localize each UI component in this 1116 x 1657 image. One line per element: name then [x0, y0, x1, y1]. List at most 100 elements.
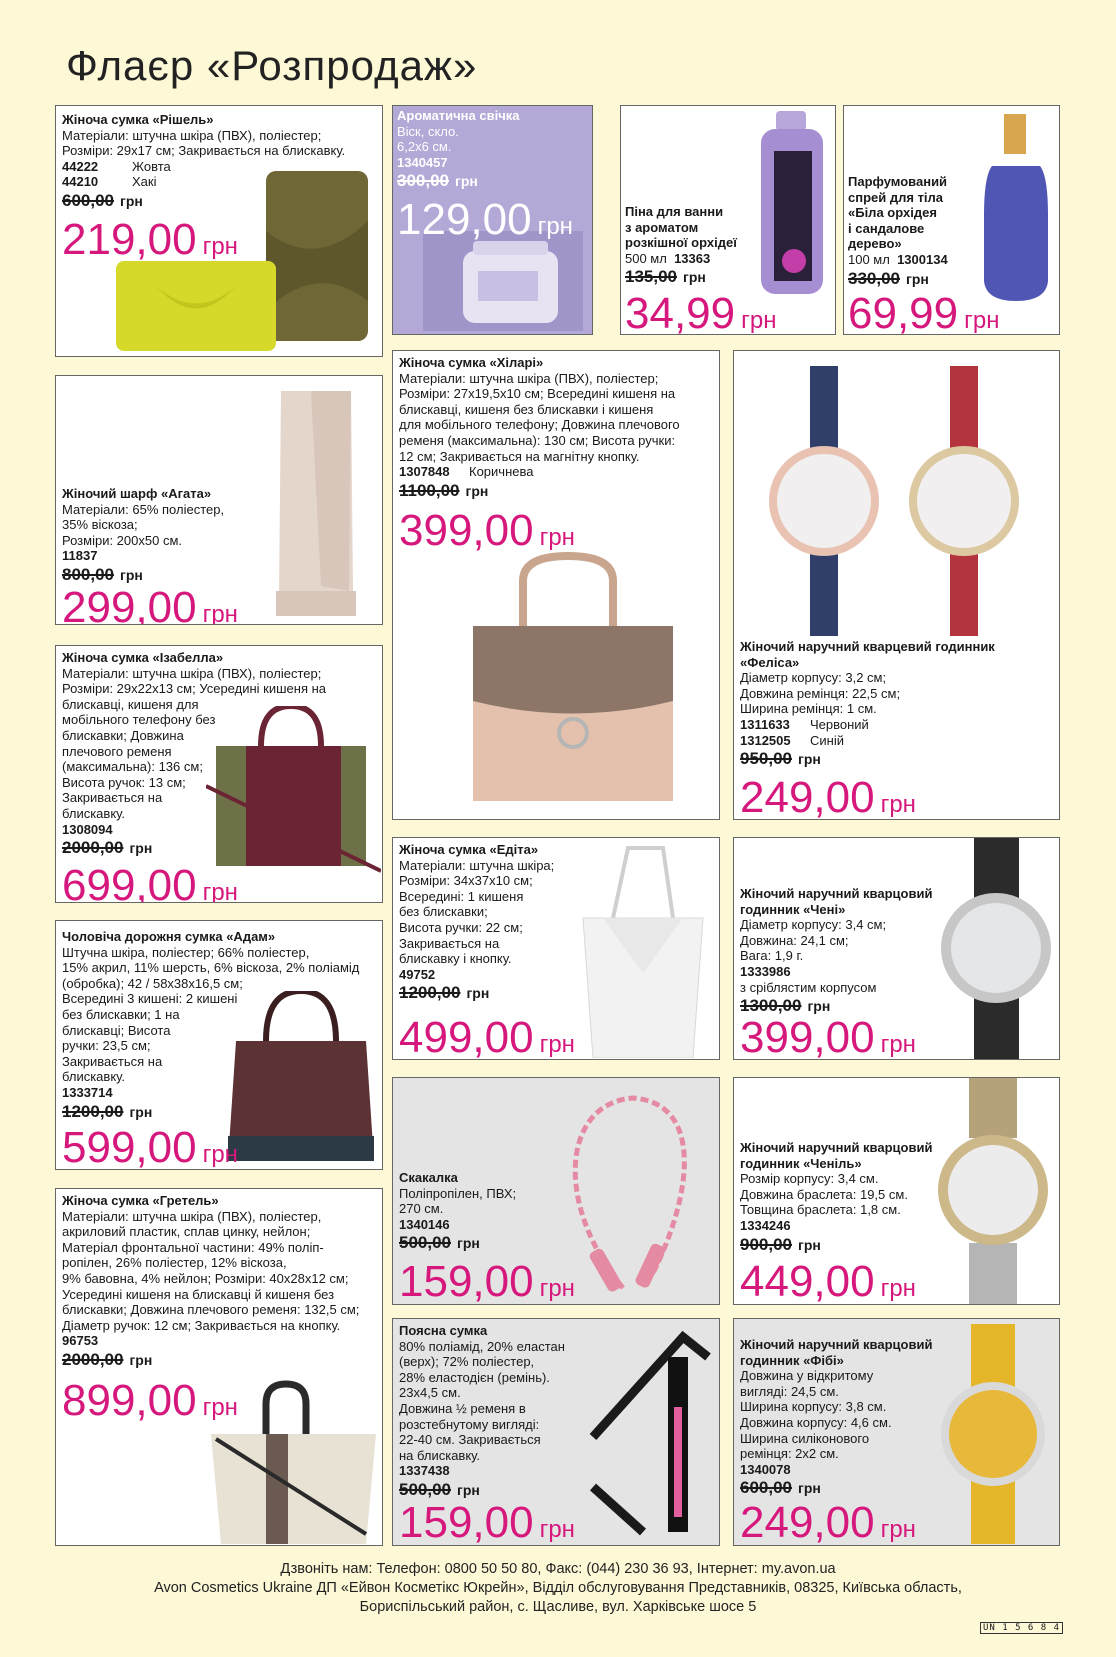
- old-price: 2000,00: [62, 838, 124, 858]
- sale-price: 159,00 грн: [399, 1498, 575, 1546]
- product-desc: 35% віскоза;: [62, 517, 138, 533]
- product-card-cheni[interactable]: Жіночий наручний кварцовий годинник «Чен…: [733, 837, 1060, 1060]
- product-name: Поясна сумка: [399, 1323, 488, 1338]
- product-card-spray[interactable]: Парфумований спрей для тіла «Біла орхіде…: [843, 105, 1060, 335]
- product-desc: Діаметр корпусу: 3,2 см;: [740, 670, 887, 686]
- product-desc: Закривається на: [62, 790, 163, 806]
- product-desc: Ширина корпусу: 3,8 см.: [740, 1399, 887, 1415]
- variant-label: Червоний: [810, 716, 869, 732]
- product-desc: блискавку і кнопку.: [399, 951, 512, 967]
- product-card-izabella[interactable]: Жіноча сумка «Ізабелла» Матеріали: штучн…: [55, 645, 383, 903]
- product-desc: (верх); 72% поліестер,: [399, 1354, 535, 1370]
- product-card-foam[interactable]: Піна для ванни з ароматом розкішної орхі…: [620, 105, 836, 335]
- product-desc: Розмір корпусу: 3,4 см.: [740, 1171, 879, 1187]
- satchel-bag-image: [473, 551, 673, 801]
- footer-address-2: Бориспільський район, с. Щасливе, вул. Х…: [359, 1599, 757, 1615]
- product-desc: блискавці; Висота: [62, 1022, 171, 1038]
- product-name: Жіноча сумка «Едіта»: [399, 842, 539, 857]
- product-card-gretel[interactable]: Жіноча сумка «Гретель» Матеріали: штучна…: [55, 1188, 383, 1546]
- product-desc: Матеріали: штучна шкіра (ПВХ), поліестер…: [62, 665, 322, 681]
- footer-contacts: Дзвоніть нам: Телефон: 0800 50 50 80, Фа…: [280, 1561, 836, 1577]
- product-name: Жіночий шарф «Агата»: [62, 486, 212, 501]
- product-card-edita[interactable]: Жіноча сумка «Едіта» Матеріали: штучна ш…: [392, 837, 720, 1060]
- product-card-felisa[interactable]: Жіночий наручний кварцевий годинник «Фел…: [733, 350, 1060, 820]
- product-card-agata[interactable]: Жіночий шарф «Агата» Матеріали: 65% полі…: [55, 375, 383, 625]
- product-name: Жіноча сумка «Ізабелла»: [62, 650, 224, 665]
- sale-price: 249,00 грн: [740, 773, 916, 820]
- product-desc: (обробка); 42 / 58х38х16,5 см;: [62, 975, 243, 991]
- product-name: Жіночий наручний кварцовий годинник «Чен…: [740, 1140, 933, 1171]
- product-desc: акриловий пластик, сплав цинку, нейлон;: [62, 1224, 311, 1240]
- product-code: 1340146: [399, 1216, 450, 1232]
- product-desc: Розміри: 27х19,5х10 см; Всередині кишеня…: [399, 386, 676, 402]
- sale-price: 219,00 грн: [62, 215, 238, 264]
- product-desc: Висота ручок: 13 см;: [62, 774, 186, 790]
- product-note: з сріблястим корпусом: [740, 979, 877, 995]
- product-name: Скакалка: [399, 1170, 458, 1185]
- product-card-chenil[interactable]: Жіночий наручний кварцовий годинник «Чен…: [733, 1077, 1060, 1305]
- product-desc: блискавці, кишеня для: [62, 696, 199, 712]
- product-card-richelieu[interactable]: Жіноча сумка «Рішель» Матеріали: штучна …: [55, 105, 383, 357]
- product-volume: 100 мл: [848, 251, 890, 267]
- product-desc: 270 см.: [399, 1201, 444, 1217]
- product-desc: 28% еластодієн (ремінь).: [399, 1369, 550, 1385]
- product-code: 44222: [62, 158, 99, 174]
- watches-image: [769, 366, 1019, 636]
- product-desc: Матеріали: 65% поліестер,: [62, 501, 225, 517]
- product-desc: для мобільного телефону; Довжина плечово…: [399, 417, 680, 433]
- product-desc: Матеріали: штучна шкіра;: [399, 857, 555, 873]
- variant-label: Жовта: [132, 158, 171, 174]
- product-name: Жіноча сумка «Хіларі»: [399, 355, 544, 370]
- product-name: Піна для ванни: [625, 204, 724, 219]
- old-price: 1200,00: [62, 1101, 124, 1121]
- product-desc: Ширина силіконового: [740, 1430, 870, 1446]
- product-card-jump-rope[interactable]: Скакалка Поліпропілен, ПВХ; 270 см. 1340…: [392, 1077, 720, 1305]
- product-desc: блискавку.: [62, 805, 125, 821]
- product-desc: ременя (максимальна): 130 см; Висота руч…: [399, 432, 676, 448]
- product-desc: вигляді: 24,5 см.: [740, 1383, 839, 1399]
- product-card-candle[interactable]: Ароматична свічка Віск, скло. 6,2х6 см. …: [392, 105, 593, 335]
- product-desc: 22-40 см. Закривається: [399, 1432, 541, 1448]
- product-name: Жіночий наручний кварцевий годинник «Фел…: [740, 639, 995, 670]
- product-desc: Матеріали: штучна шкіра (ПВХ), поліестер…: [399, 370, 659, 386]
- old-price: 500,00: [399, 1233, 451, 1253]
- product-desc: Висота ручки: 22 см;: [399, 919, 523, 935]
- product-desc: Довжина у відкритому: [740, 1368, 874, 1384]
- product-card-hilary[interactable]: Жіноча сумка «Хіларі» Матеріали: штучна …: [392, 350, 720, 820]
- product-name: Ароматична свічка: [397, 108, 520, 123]
- product-desc: Діаметр корпусу: 3,4 см;: [740, 917, 887, 933]
- sale-price: 449,00 грн: [740, 1257, 916, 1305]
- product-name: Чоловіча дорожня сумка «Адам»: [62, 929, 276, 944]
- product-name: Жіночий наручний кварцовий годинник «Фіб…: [740, 1337, 933, 1368]
- sale-price: 399,00 грн: [740, 1013, 916, 1060]
- old-price: 1100,00: [399, 480, 460, 500]
- product-code: 1308094: [62, 821, 113, 837]
- product-desc: ремінця: 2х2 см.: [740, 1446, 839, 1462]
- sale-price: 899,00 грн: [62, 1376, 238, 1425]
- sale-price: 249,00 грн: [740, 1498, 916, 1546]
- old-price: 330,00: [848, 268, 900, 288]
- product-desc: блискавки; Довжина: [62, 727, 184, 743]
- product-volume: 500 мл: [625, 250, 667, 266]
- product-desc: 6,2х6 см.: [397, 139, 452, 155]
- product-desc: Матеріали: штучна шкіра (ПВХ), поліестер…: [62, 1208, 322, 1224]
- product-desc: Довжина ½ ременя в: [399, 1400, 526, 1416]
- product-code: 44210: [62, 174, 99, 190]
- product-desc: блискавку.: [62, 1069, 125, 1085]
- product-desc: на блискавку.: [399, 1447, 480, 1463]
- product-desc: Товщина браслета: 1,8 см.: [740, 1202, 901, 1218]
- black-watch-image: [941, 838, 1051, 1059]
- product-desc: Поліпропілен, ПВХ;: [399, 1185, 517, 1201]
- product-desc: розстебнутому вигляді:: [399, 1416, 540, 1432]
- old-price: 600,00: [62, 190, 114, 210]
- old-price: 600,00: [740, 1478, 792, 1498]
- product-desc: Діаметр ручок: 12 см; Закривається на кн…: [62, 1317, 341, 1333]
- product-code: 1312505: [740, 732, 791, 748]
- product-card-fibi[interactable]: Жіночий наручний кварцовий годинник «Фіб…: [733, 1318, 1060, 1546]
- product-card-belt-bag[interactable]: Поясна сумка 80% поліамід, 20% еластан (…: [392, 1318, 720, 1546]
- old-price: 135,00: [625, 267, 677, 287]
- sale-price: 129,00 грн: [397, 195, 573, 244]
- white-tote-image: [582, 846, 704, 1058]
- print-code: UN 1 5 6 8 4: [980, 1622, 1064, 1634]
- product-card-adam[interactable]: Чоловіча дорожня сумка «Адам» Штучна шкі…: [55, 920, 383, 1170]
